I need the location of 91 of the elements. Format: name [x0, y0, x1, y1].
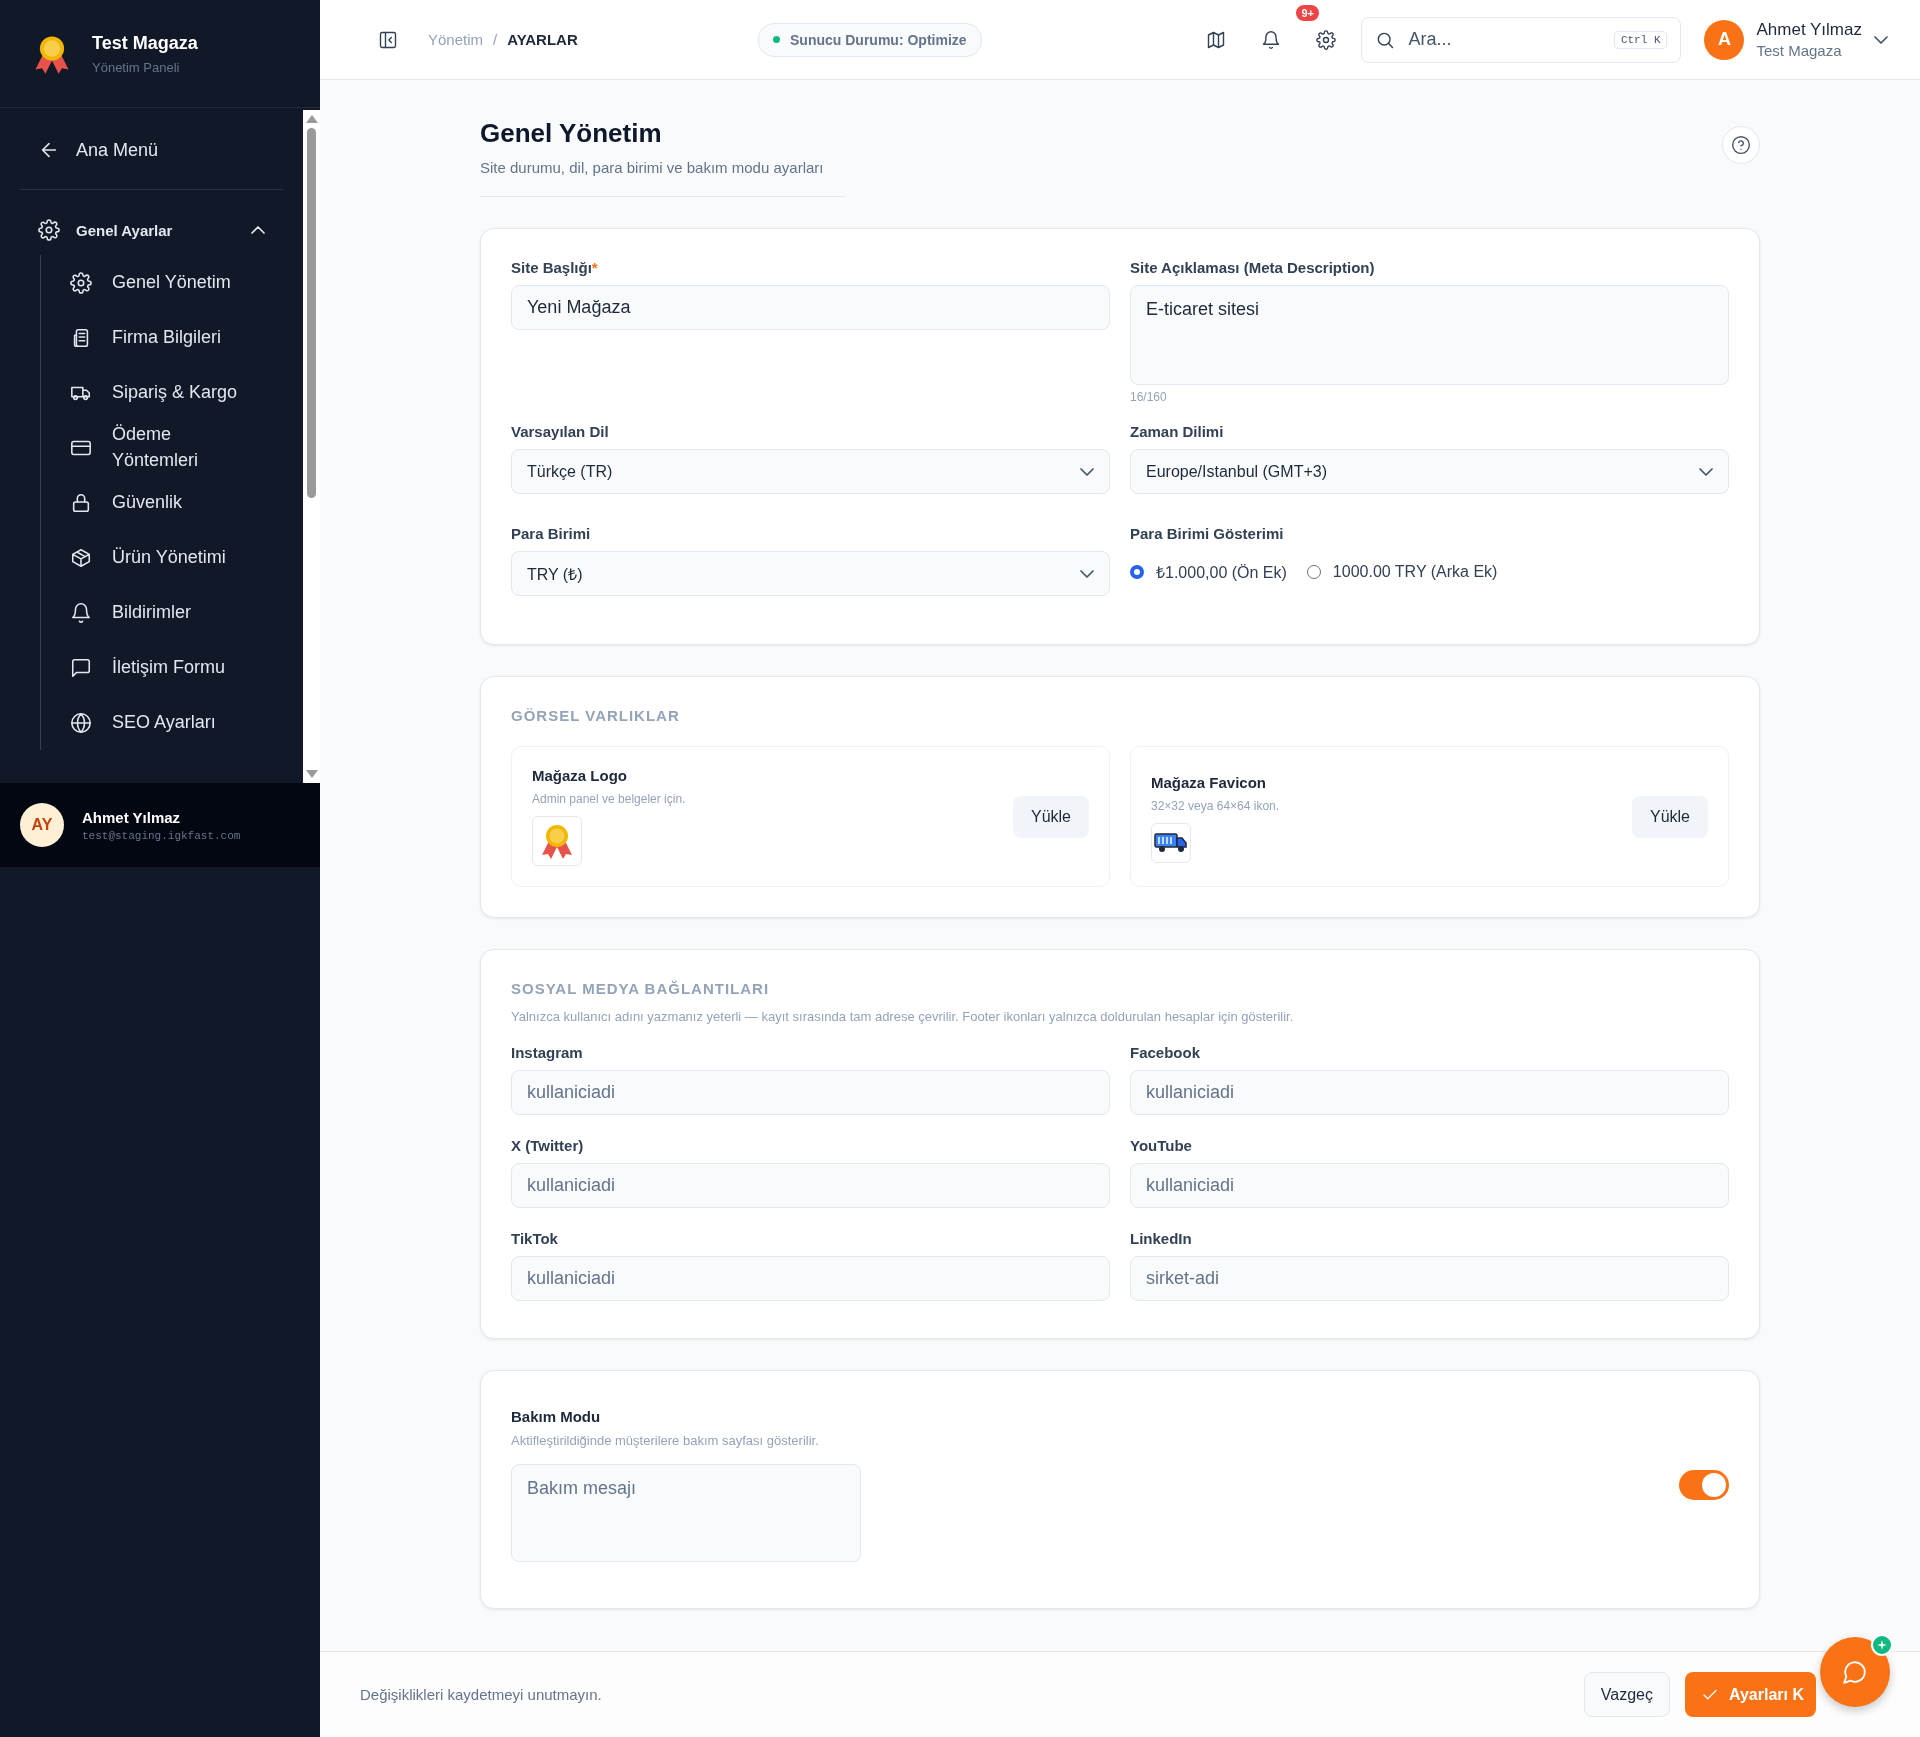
character-counter: 16/160	[1130, 390, 1168, 404]
input-field[interactable]: kullaniciadi	[511, 1163, 1110, 1208]
field-label: Site Başlığı*	[511, 259, 599, 276]
truck-icon	[1154, 832, 1188, 854]
gear-icon	[38, 219, 60, 241]
chevron-icon	[1699, 467, 1713, 476]
bell-icon	[1261, 29, 1282, 50]
chevron-icon	[251, 226, 265, 234]
field-label: LinkedIn	[1130, 1230, 1193, 1247]
gear-icon	[70, 271, 92, 294]
shortcut-hint: Ctrl K	[1613, 30, 1668, 49]
footer-note: Değişiklikleri kaydetmeyi unutmayın.	[360, 1686, 602, 1703]
panel-icon	[378, 29, 398, 50]
nav-item[interactable]: Bildirimler	[57, 585, 283, 640]
nav-item[interactable]: Firma Bilgileri	[57, 310, 283, 365]
back-link[interactable]: Ana Menü	[20, 129, 283, 171]
field-label: YouTube	[1130, 1137, 1193, 1154]
upload-button[interactable]: Yükle	[1631, 795, 1708, 838]
box-icon	[70, 546, 92, 569]
help-button[interactable]	[1722, 126, 1760, 164]
radio-button[interactable]	[1130, 565, 1144, 579]
lock-icon	[70, 491, 92, 514]
page-title: Genel Yönetim	[480, 118, 663, 149]
field-label: Site Açıklaması (Meta Description)	[1130, 259, 1376, 276]
notification-badge: 9+	[1294, 2, 1322, 23]
chat-icon	[70, 656, 92, 679]
chevron-icon	[1874, 35, 1888, 44]
nav-group[interactable]: Genel Ayarlar	[20, 213, 283, 247]
field-label: TikTok	[511, 1230, 559, 1247]
store-name: Test Magaza	[92, 32, 198, 54]
field-label: Instagram	[511, 1044, 584, 1061]
select-field[interactable]: Türkçe (TR)	[511, 449, 1110, 494]
asset-title: Mağaza Logo	[532, 767, 628, 784]
text-area[interactable]: E-ticaret sitesi	[1130, 285, 1729, 385]
asset-hint: 32×32 veya 64×64 ikon.	[1151, 799, 1280, 813]
nav-item[interactable]: Ürün Yönetimi	[57, 530, 283, 585]
nav-item[interactable]: İletişim Formu	[57, 640, 283, 695]
radio-option[interactable]: 1000.00 TRY (Arka Ek)	[1306, 561, 1498, 583]
toggle-switch[interactable]	[1679, 1469, 1729, 1500]
nav-item[interactable]: Güvenlik	[57, 475, 283, 530]
section-note: Yalnızca kullanıcı adını yazmanız yeterli — kayıt sırasında tam adrese çevrilir. Footer ikonları yalnızca doldurulan hesaplar için gösterilir.	[511, 1009, 1295, 1024]
input-field[interactable]: kullaniciadi	[1130, 1070, 1729, 1115]
input-field[interactable]: Yeni Mağaza	[511, 285, 1110, 330]
user-name: Ahmet Yılmaz	[82, 808, 182, 826]
field-label: X (Twitter)	[511, 1137, 585, 1154]
section-heading: SOSYAL MEDYA BAĞLANTILARI	[511, 980, 771, 997]
breadcrumb-separator: /	[493, 31, 498, 48]
user-avatar: AY	[20, 803, 64, 847]
user-name: Ahmet Yılmaz	[1756, 20, 1862, 40]
field-label: Para Birimi Gösterimi	[1130, 525, 1285, 542]
text-area[interactable]: Bakım mesajı	[511, 1463, 861, 1562]
field-label: Varsayılan Dil	[511, 423, 610, 440]
user-email: test@staging.igkfast.com	[82, 829, 241, 842]
chevron-icon	[1080, 467, 1094, 476]
breadcrumb-item: AYARLAR	[507, 31, 578, 48]
upload-button[interactable]: Yükle	[1012, 795, 1089, 838]
field-label: Zaman Dilimi	[1130, 423, 1225, 440]
field-label: Para Birimi	[511, 525, 592, 542]
select-field[interactable]: TRY (₺)	[511, 551, 1110, 596]
section-heading: GÖRSEL VARLIKLAR	[511, 707, 681, 724]
maintenance-description: Aktifleştirildiğinde müşterilere bakım sayfası gösterilir.	[511, 1432, 820, 1448]
panel-subtitle: Yönetim Paneli	[92, 59, 181, 75]
page-subtitle: Site durumu, dil, para birimi ve bakım modu ayarları	[480, 159, 825, 176]
maintenance-title: Bakım Modu	[511, 1407, 602, 1425]
input-field[interactable]: kullaniciadi	[1130, 1163, 1729, 1208]
settings-icon	[1316, 29, 1337, 50]
store-name: Test Magaza	[1756, 42, 1843, 59]
field-label: Facebook	[1130, 1044, 1202, 1061]
input-field[interactable]: kullaniciadi	[511, 1070, 1110, 1115]
globe-icon	[70, 711, 92, 734]
scrollbar[interactable]	[303, 110, 320, 783]
help-icon	[1731, 135, 1751, 155]
nav-item[interactable]: Ödeme Yöntemleri	[57, 420, 283, 475]
radio-option[interactable]: ₺1.000,00 (Ön Ek)	[1130, 561, 1287, 583]
server-status-badge: Sunucu Durumu: Optimize	[758, 22, 982, 57]
chat-icon	[1842, 1659, 1868, 1685]
user-menu[interactable]: A Ahmet Yılmaz Test Magaza	[1704, 19, 1888, 60]
asset-hint: Admin panel ve belgeler için.	[532, 792, 686, 806]
nav-item[interactable]: Genel Yönetim	[57, 255, 283, 310]
user-avatar: A	[1704, 19, 1745, 60]
input-field[interactable]: kullaniciadi	[511, 1256, 1110, 1301]
nav-item[interactable]: SEO Ayarları	[57, 695, 283, 750]
select-field[interactable]: Europe/Istanbul (GMT+3)	[1130, 449, 1729, 494]
asset-title: Mağaza Favicon	[1151, 774, 1268, 791]
bell-icon	[70, 601, 92, 624]
nav-item[interactable]: Sipariş & Kargo	[57, 365, 283, 420]
chat-button[interactable]	[1820, 1637, 1890, 1707]
input-field[interactable]: sirket-adi	[1130, 1256, 1729, 1301]
map-icon	[1206, 29, 1227, 50]
chevron-icon	[1080, 569, 1094, 578]
cancel-button[interactable]: Vazgeç	[1583, 1672, 1670, 1717]
